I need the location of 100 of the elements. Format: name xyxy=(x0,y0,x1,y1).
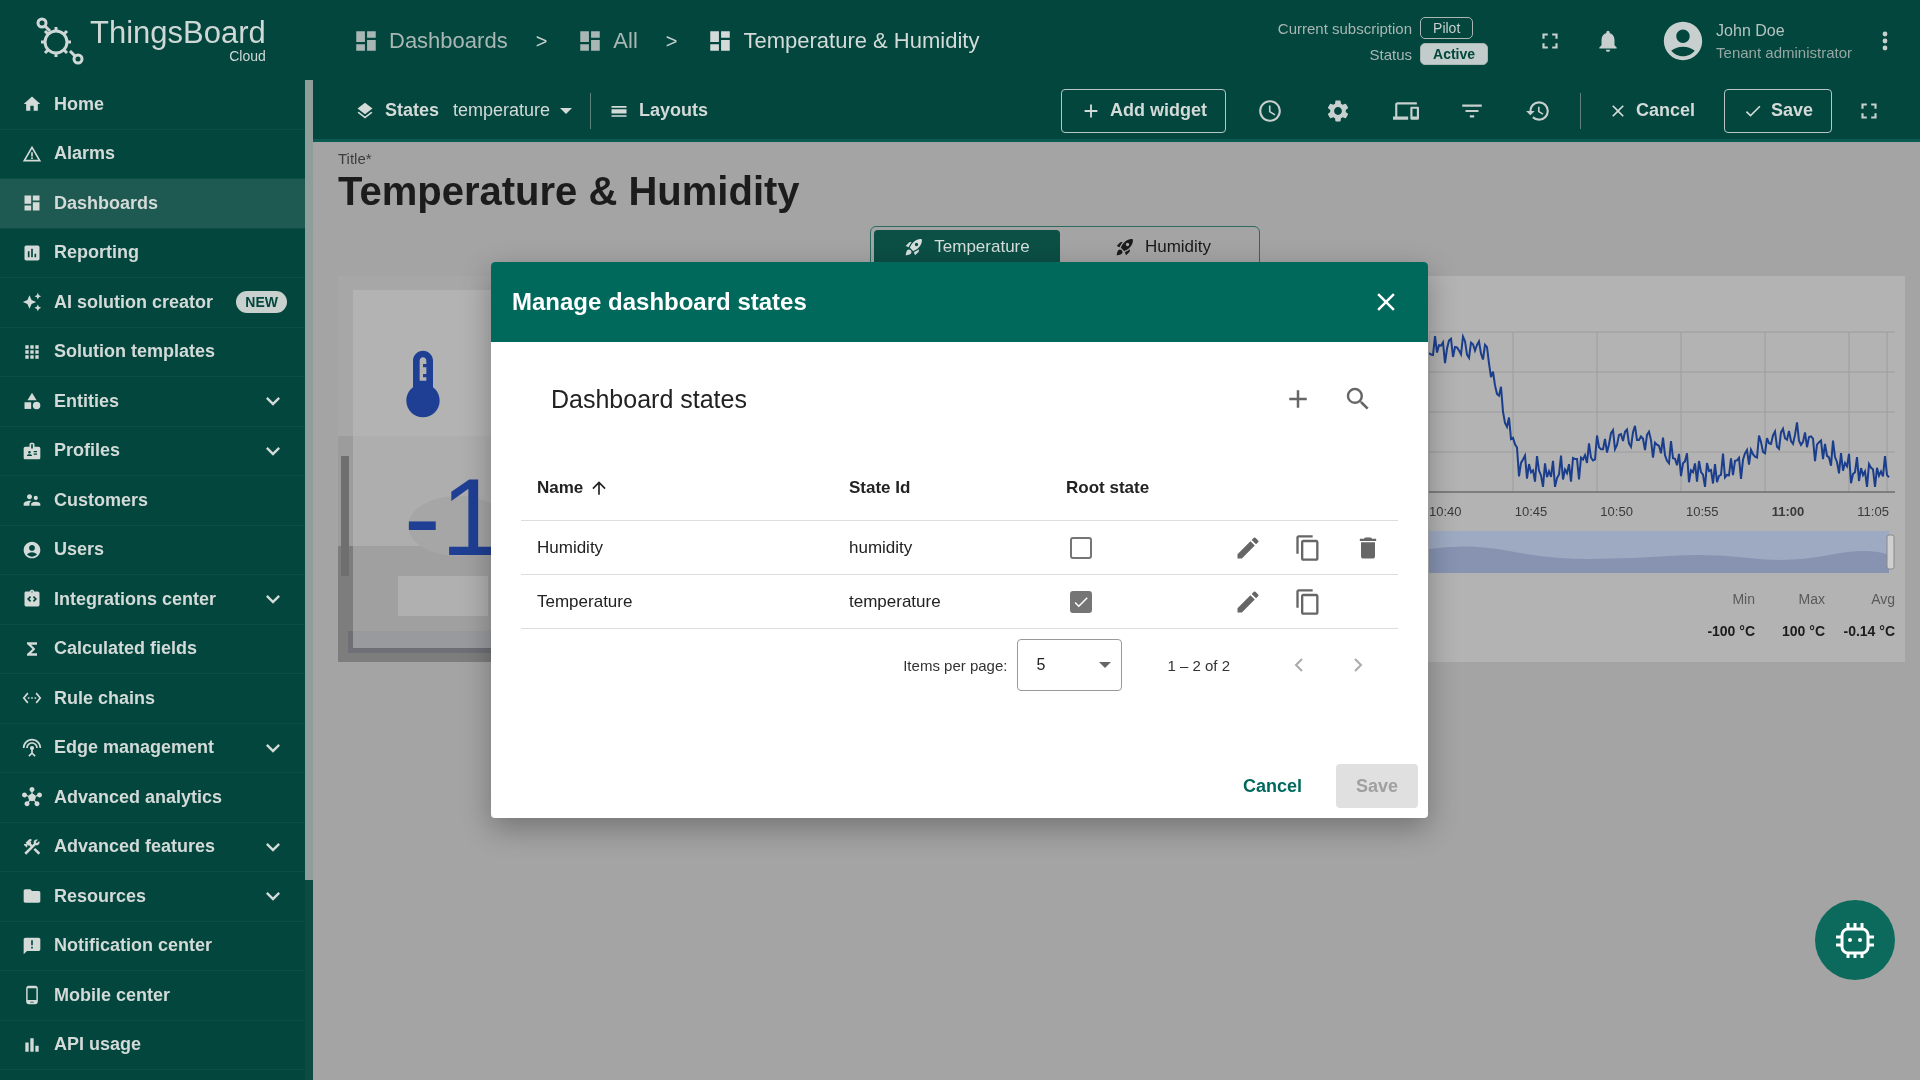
sidebar-item[interactable]: Resources xyxy=(0,872,305,922)
sidebar-label: Integrations center xyxy=(54,588,218,610)
items-per-page-label: Items per page: xyxy=(903,656,1008,674)
sidebar-item[interactable]: Users xyxy=(0,525,305,575)
sidebar-label: Users xyxy=(54,539,106,561)
user-role: Tenant administrator xyxy=(1716,43,1852,61)
root-state-checkbox[interactable] xyxy=(1070,590,1092,613)
layers-icon xyxy=(355,100,375,121)
sidebar-label: Customers xyxy=(54,489,150,511)
sidebar-item[interactable]: Notification center xyxy=(0,921,305,971)
sidebar-label: Resources xyxy=(54,885,148,907)
copy-icon xyxy=(1294,533,1322,562)
breadcrumb-link[interactable]: Temperature & Humidity xyxy=(707,28,980,54)
sidebar-item[interactable]: Integrations center xyxy=(0,575,305,625)
shapes-icon xyxy=(22,391,42,412)
state-select[interactable]: temperature xyxy=(447,100,581,121)
sidebar-label: Calculated fields xyxy=(54,638,199,660)
stat-value: 100 °C xyxy=(1782,623,1825,639)
stat-label: Avg xyxy=(1871,591,1895,607)
breadcrumb-link[interactable]: All xyxy=(577,28,638,54)
time-label: 10:55 xyxy=(1686,504,1719,519)
title-label: Title* xyxy=(338,150,372,167)
sidebar-item[interactable]: Home xyxy=(0,80,305,130)
antenna-icon xyxy=(22,737,42,758)
column-header[interactable]: Root state xyxy=(1066,478,1150,498)
table-cell: Temperature xyxy=(537,591,633,612)
table-cell: humidity xyxy=(849,537,913,558)
sidebar-item[interactable]: Advanced analytics xyxy=(0,773,305,823)
sidebar-label: Solution templates xyxy=(54,341,216,363)
temperature-value: -1 xyxy=(404,462,502,572)
badge-icon xyxy=(22,440,42,461)
sidebar-label: Edge management xyxy=(54,737,216,759)
rocket-icon xyxy=(904,237,925,257)
sidebar-label: API usage xyxy=(54,1034,143,1056)
cancel-button[interactable]: Cancel xyxy=(1230,764,1314,808)
sidebar-item[interactable]: Reporting xyxy=(0,228,305,278)
hub-icon xyxy=(22,787,42,808)
root-state-checkbox[interactable] xyxy=(1070,536,1092,559)
sidebar-label: Rule chains xyxy=(54,687,157,709)
sidebar-label: Entities xyxy=(54,390,120,412)
sidebar-label: Profiles xyxy=(54,440,122,462)
table-cell: temperature xyxy=(849,591,941,612)
time-label: 10:40 xyxy=(1429,504,1462,519)
layouts-button[interactable]: Layouts xyxy=(601,100,717,121)
column-header[interactable]: Name xyxy=(537,478,610,498)
new-badge: NEW xyxy=(236,291,287,314)
breadcrumb-link[interactable]: Dashboards xyxy=(353,28,508,54)
time-label: 11:00 xyxy=(1771,504,1805,519)
stat-value: -100 °C xyxy=(1707,623,1755,639)
subscription-label: Current subscription xyxy=(1277,19,1413,37)
save-button[interactable]: Save xyxy=(1723,88,1832,133)
dashboard-title: Temperature & Humidity xyxy=(338,169,800,214)
sidebar-item[interactable]: Edge management xyxy=(0,723,305,773)
chat-icon xyxy=(22,935,42,956)
clock-icon xyxy=(1256,97,1283,124)
more-icon xyxy=(1882,31,1888,51)
sidebar-label: Notification center xyxy=(54,935,214,957)
cancel-button[interactable]: Cancel xyxy=(1596,88,1706,133)
table-title: Dashboard states xyxy=(551,384,748,414)
logo-icon xyxy=(34,15,84,65)
add-widget-button[interactable]: Add widget xyxy=(1060,88,1226,133)
status-label: Status xyxy=(1369,45,1413,63)
sidebar-item[interactable]: AI solution creator NEW xyxy=(0,278,305,328)
sidebar-label: Advanced analytics xyxy=(54,786,224,808)
dropdown-icon xyxy=(1099,662,1112,668)
states-button[interactable]: States xyxy=(347,100,448,121)
table-cell: Humidity xyxy=(537,537,604,558)
user-icon xyxy=(22,539,42,560)
dropdown-icon xyxy=(560,107,573,114)
scrollbar[interactable] xyxy=(305,80,313,880)
sidebar-label: Dashboards xyxy=(54,192,160,214)
column-header[interactable]: State Id xyxy=(849,478,911,498)
breadcrumb-separator: > xyxy=(535,29,548,53)
user-name: John Doe xyxy=(1716,21,1786,40)
stat-value: -0.14 °C xyxy=(1843,623,1895,639)
time-label: 11:05 xyxy=(1857,504,1889,519)
tools-icon xyxy=(22,836,42,857)
sidebar-item[interactable]: Dashboards xyxy=(0,179,305,229)
dashboard-icon xyxy=(353,28,379,54)
code-icon xyxy=(22,589,42,610)
page-range: 1 – 2 of 2 xyxy=(1167,656,1230,674)
sidebar-label: Mobile center xyxy=(54,984,172,1006)
sidebar-item[interactable]: Profiles xyxy=(0,426,305,476)
sparkle-icon xyxy=(22,292,42,313)
copy-icon xyxy=(1294,587,1322,616)
dashboard-icon xyxy=(22,193,42,214)
chevron-right-icon xyxy=(1353,658,1363,672)
stat-label: Min xyxy=(1732,591,1755,607)
sidebar-item[interactable]: Entities xyxy=(0,377,305,427)
sidebar-label: Alarms xyxy=(54,143,117,165)
sidebar-label: AI solution creator xyxy=(54,291,215,313)
dialog-title: Manage dashboard states xyxy=(512,288,807,316)
status-chip: Active xyxy=(1420,43,1489,65)
sidebar-label: Home xyxy=(54,93,105,115)
time-label: 10:50 xyxy=(1600,504,1633,519)
page-size-select[interactable]: 5 xyxy=(1017,639,1123,691)
sidebar-item[interactable]: Solution templates xyxy=(0,327,305,377)
state-tab[interactable]: Humidity xyxy=(1070,230,1256,280)
plan-chip: Pilot xyxy=(1420,17,1474,39)
stat-label: Max xyxy=(1798,591,1825,607)
